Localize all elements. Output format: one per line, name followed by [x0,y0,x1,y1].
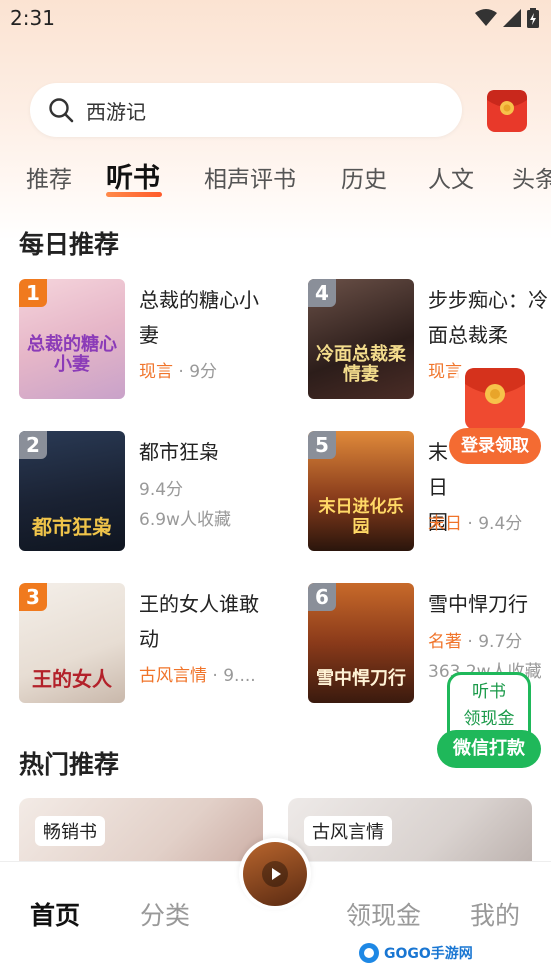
book-title: 步步痴心：冷面总裁柔 [428,288,548,347]
rank-badge: 4 [308,279,336,307]
nav-mine[interactable]: 我的 [470,896,520,932]
book-meta: 古风言情 · 9.... [139,666,256,686]
book-score: 9.4分 [478,514,523,534]
book-score: 9.... [223,666,256,686]
watermark-logo-icon [359,943,379,963]
book-cover: 都市狂枭 2 [19,431,125,551]
book-category: 现言 [139,362,173,382]
cover-title: 末日进化乐园 [318,497,404,537]
tab-audiobook[interactable]: 听书 [106,156,160,195]
daily-section-title: 每日推荐 [19,230,120,259]
search-bar[interactable]: 西游记 [30,83,462,137]
book-title: 总裁的糖心小妻 [139,288,259,347]
book-meta: 末日 · 9.4分 [428,514,523,534]
player-button[interactable] [239,838,311,910]
book-cover: 冷面总裁柔情妻 4 [308,279,414,399]
listen-cash-line2: 领现金 [463,709,515,729]
status-icons [475,8,539,28]
rank-badge: 6 [308,583,336,611]
status-bar: 2:31 [0,0,551,36]
book-cover: 雪中悍刀行 6 [308,583,414,703]
hot-card-tag: 畅销书 [35,816,105,846]
nav-category[interactable]: 分类 [140,896,190,932]
wifi-icon [475,9,497,26]
signal-icon [503,9,521,27]
book-title: 都市狂枭 [139,440,219,464]
book-cover: 王的女人 3 [19,583,125,703]
active-tab-indicator [106,192,162,197]
rank-badge: 1 [19,279,47,307]
watermark-text: GOGO手游网 [384,946,473,962]
tab-crosstalk[interactable]: 相声评书 [204,160,296,194]
search-icon [49,98,74,123]
rank-badge: 3 [19,583,47,611]
hot-card-tag: 古风言情 [304,816,392,846]
watermark: GOGO手游网 [358,942,473,964]
rank-badge: 5 [308,431,336,459]
book-score: 9分 [189,362,218,382]
book-category: 名著 [428,632,462,652]
book-cover: 总裁的糖心小妻 1 [19,279,125,399]
book-cover: 末日进化乐园 5 [308,431,414,551]
book-score: 9.4分 [139,480,184,500]
login-reward-button[interactable]: 登录领取 [449,428,541,464]
cover-title: 冷面总裁柔情妻 [316,344,406,385]
cover-title: 雪中悍刀行 [316,668,406,689]
book-category: 末日 [428,514,462,534]
tab-headlines[interactable]: 头条 [512,160,551,194]
play-icon [262,861,288,887]
nav-home[interactable]: 首页 [30,896,80,932]
red-envelope-icon[interactable] [484,86,530,134]
listen-cash-line1: 听书 [472,682,506,702]
cover-title: 都市狂枭 [32,515,112,539]
book-item[interactable]: 总裁的糖心小妻 1 总裁的糖心小妻 现言 · 9分 [19,279,269,399]
book-category: 古风言情 [139,666,207,686]
book-meta: 名著 · 9.7分 [428,632,523,652]
battery-icon [527,8,539,28]
cover-title: 总裁的糖心小妻 [27,334,117,375]
book-favorites: 6.9w人收藏 [139,510,231,530]
tab-history[interactable]: 历史 [341,160,387,194]
nav-cash[interactable]: 领现金 [346,896,421,932]
wechat-pay-button[interactable]: 微信打款 [437,730,541,768]
book-meta: 现言 · 9分 [139,362,218,382]
tab-recommend[interactable]: 推荐 [26,160,72,194]
book-item[interactable]: 都市狂枭 2 都市狂枭 9.4分 6.9w人收藏 [19,431,269,551]
category-tabs: 推荐 听书 相声评书 历史 人文 头条 [0,152,551,202]
tab-humanities[interactable]: 人文 [428,160,474,194]
cover-title: 王的女人 [32,667,112,691]
hot-section-title: 热门推荐 [19,750,120,779]
book-item[interactable]: 王的女人 3 王的女人谁敢动 古风言情 · 9.... [19,583,269,703]
book-title: 雪中悍刀行 [428,592,528,616]
book-title: 王的女人谁敢动 [139,592,259,651]
book-score: 9.7分 [478,632,523,652]
rank-badge: 2 [19,431,47,459]
search-input[interactable]: 西游记 [86,96,146,125]
status-time: 2:31 [10,6,55,30]
